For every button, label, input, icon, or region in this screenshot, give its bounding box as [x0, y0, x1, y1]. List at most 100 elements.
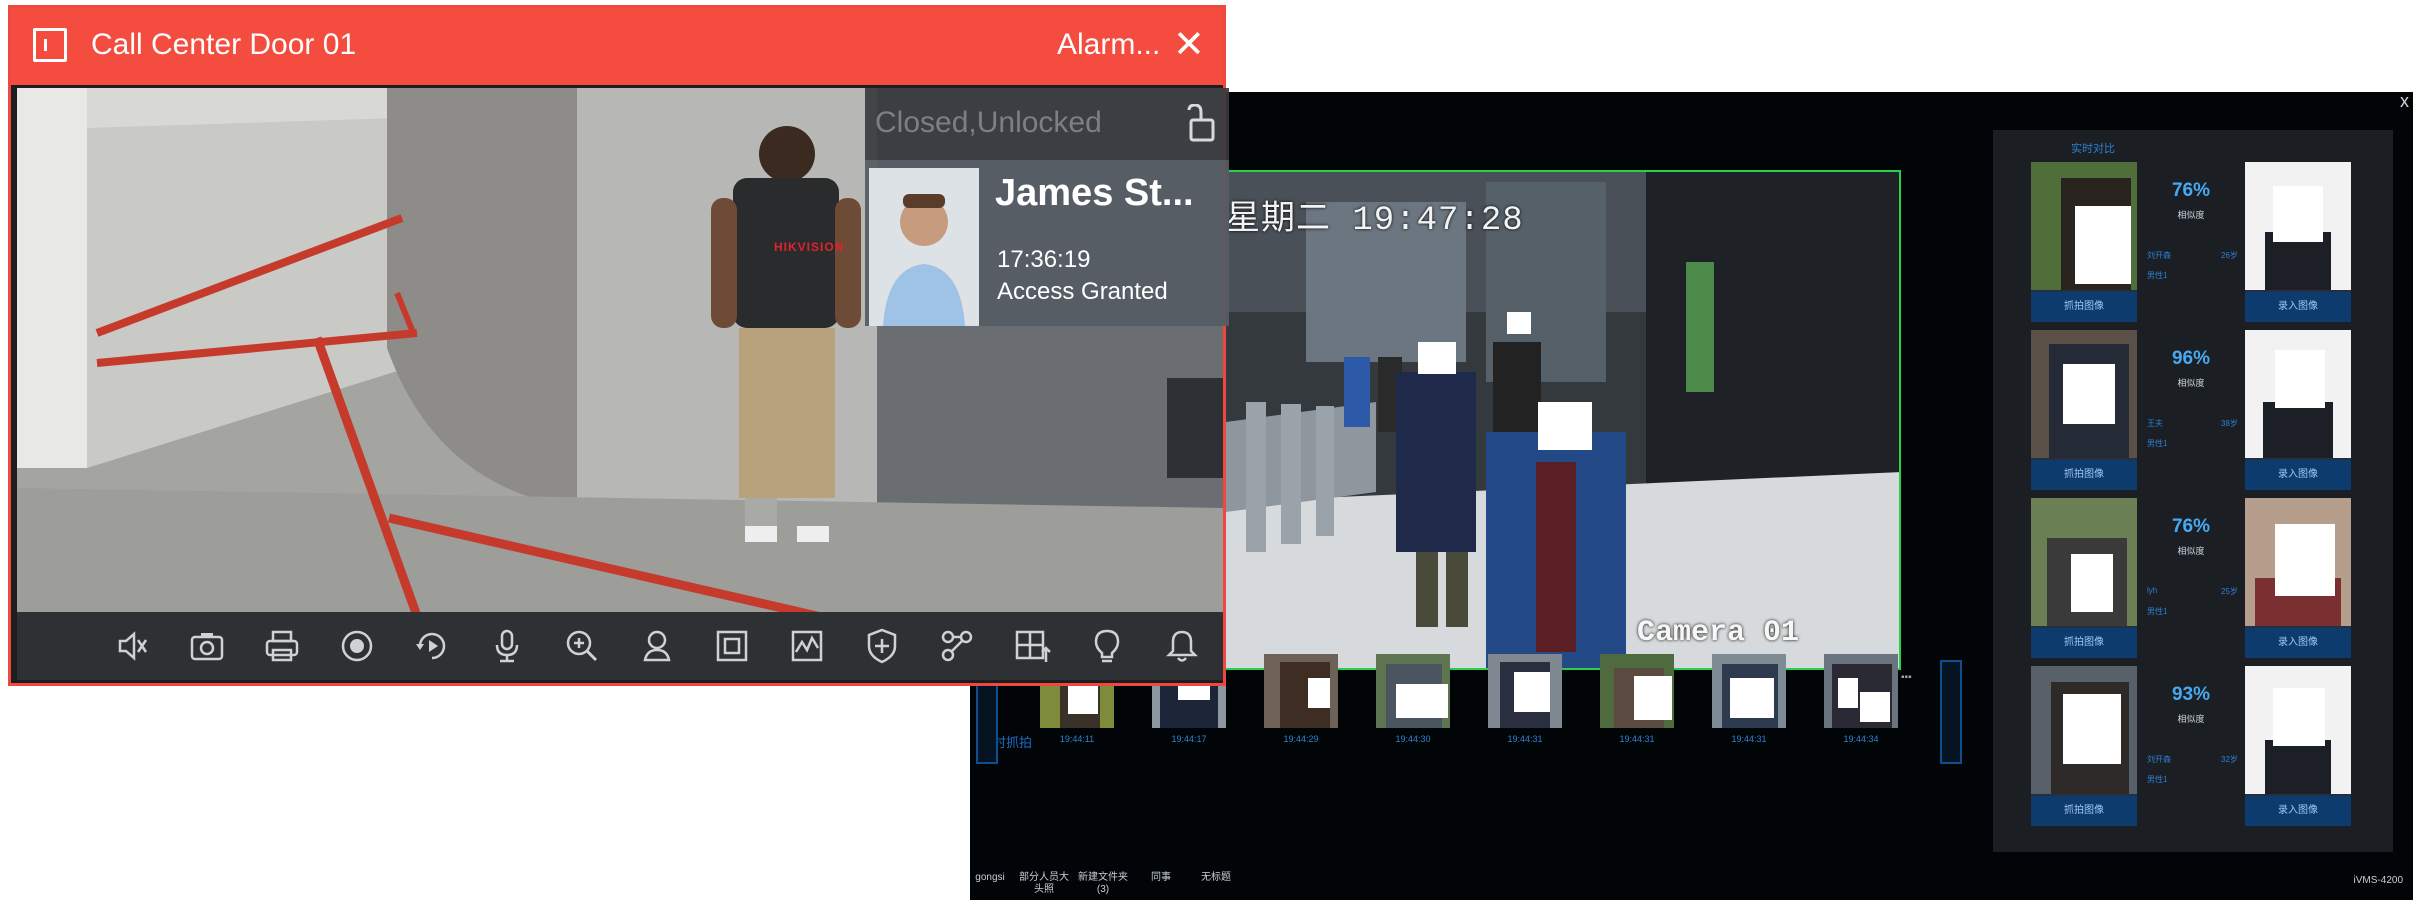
match-age: 38岁: [2221, 419, 2238, 428]
match-gender: 男性1: [2147, 775, 2168, 784]
capture-thumbnail[interactable]: 19:44:34: [1824, 654, 1898, 752]
unlock-icon: [1187, 104, 1215, 142]
match-age: 32岁: [2221, 755, 2238, 764]
similarity-label: 相似度: [2177, 546, 2205, 556]
alarm-menu-button[interactable]: Alarm...: [1057, 28, 1160, 62]
video-toolbar: [17, 612, 1223, 680]
shield-icon[interactable]: [862, 626, 902, 666]
capture-thumbnail[interactable]: 19:44:31: [1712, 654, 1786, 752]
lobby-scene: [1226, 172, 1899, 668]
compare-panel-title: 实时对比: [2071, 143, 2115, 155]
capture-time: 19:44:30: [1395, 734, 1431, 744]
folder-item[interactable]: 新建文件夹 (3): [1078, 872, 1128, 896]
similarity-percent: 96%: [2171, 348, 2211, 369]
ivms-close-button[interactable]: x: [2400, 92, 2409, 110]
record-icon[interactable]: [337, 626, 377, 666]
bell-icon[interactable]: [1162, 626, 1202, 666]
enrolled-card[interactable]: 录入图像: [2245, 162, 2351, 322]
door-status-text: Closed,Unlocked: [875, 106, 1102, 139]
capture-thumbnail[interactable]: 19:44:29: [1264, 654, 1338, 752]
layout-icon[interactable]: [1012, 626, 1052, 666]
enrolled-image-button[interactable]: 录入图像: [2245, 796, 2351, 826]
snapshot-card[interactable]: 抓拍图像: [2031, 666, 2137, 826]
playback-icon[interactable]: [412, 626, 452, 666]
enrolled-card[interactable]: 录入图像: [2245, 330, 2351, 490]
similarity-label: 相似度: [2177, 378, 2205, 388]
zoom-in-icon[interactable]: [562, 626, 602, 666]
compare-row: 抓拍图像 93% 相似度 刘开森 32岁 男性1 录入图像: [2031, 666, 2351, 826]
folder-item[interactable]: 无标题: [1198, 872, 1234, 884]
match-age: 25岁: [2221, 587, 2238, 596]
snapshot-image-button[interactable]: 抓拍图像: [2031, 796, 2137, 826]
linkage-icon[interactable]: [937, 626, 977, 666]
face-compare-panel: 实时对比 抓拍图像 76% 相似度 刘开森 26岁 男性1 录入图像 抓拍图像 …: [1993, 130, 2393, 852]
video-menu-icon[interactable]: ▪▪▪: [1901, 672, 1915, 683]
compare-row: 抓拍图像 96% 相似度 王夫 38岁 男性1 录入图像: [2031, 330, 2351, 490]
match-gender: 男性1: [2147, 607, 2168, 616]
door-status-bar: Closed,Unlocked: [865, 88, 1229, 160]
snapshot-card[interactable]: 抓拍图像: [2031, 162, 2137, 322]
snapshot-image-button[interactable]: 抓拍图像: [2031, 460, 2137, 490]
print-icon[interactable]: [262, 626, 302, 666]
graph-icon[interactable]: [787, 626, 827, 666]
capture-time: 19:44:29: [1283, 734, 1319, 744]
camera-name-overlay: Camera 01: [1636, 616, 1799, 650]
similarity-percent: 76%: [2171, 180, 2211, 201]
folder-item[interactable]: 部分人员大头照: [1016, 872, 1072, 896]
snapshot-image-button[interactable]: 抓拍图像: [2031, 292, 2137, 322]
alarm-popup-window: Call Center Door 01 Alarm... ✕ HIKVISION…: [8, 5, 1229, 686]
snapshot-card[interactable]: 抓拍图像: [2031, 498, 2137, 658]
enrolled-image-button[interactable]: 录入图像: [2245, 628, 2351, 658]
capture-time: 19:44:34: [1843, 734, 1879, 744]
popup-title: Call Center Door 01: [91, 28, 357, 61]
access-event-toast[interactable]: Closed,Unlocked James St... 17:36:19 Acc…: [865, 88, 1229, 326]
light-icon[interactable]: [1087, 626, 1127, 666]
enrolled-image-button[interactable]: 录入图像: [2245, 460, 2351, 490]
access-result: Access Granted: [997, 278, 1168, 305]
snapshot-image-button[interactable]: 抓拍图像: [2031, 628, 2137, 658]
capture-time: 19:44:31: [1731, 734, 1767, 744]
snapshot-card[interactable]: 抓拍图像: [2031, 330, 2137, 490]
access-event-card: James St... 17:36:19 Access Granted: [865, 160, 1229, 326]
match-name: lyh: [2147, 586, 2158, 595]
door-icon: [33, 28, 67, 62]
folder-item[interactable]: gongsi: [972, 872, 1008, 884]
person-portrait: [869, 168, 979, 326]
person-name: James St...: [995, 172, 1194, 214]
enrolled-image-button[interactable]: 录入图像: [2245, 292, 2351, 322]
face-icon[interactable]: [637, 626, 677, 666]
match-age: 26岁: [2221, 251, 2238, 260]
event-time: 17:36:19: [997, 246, 1091, 273]
match-name: 刘开森: [2147, 251, 2171, 260]
folder-item[interactable]: 同事: [1146, 872, 1176, 884]
similarity-label: 相似度: [2177, 714, 2205, 724]
match-gender: 男性1: [2147, 439, 2168, 448]
mute-icon[interactable]: [112, 626, 152, 666]
match-name: 刘开森: [2147, 755, 2171, 764]
capture-time: 19:44:11: [1059, 734, 1095, 744]
alarm-popup-header: Call Center Door 01 Alarm... ✕: [11, 8, 1223, 85]
capture-time: 19:44:31: [1507, 734, 1543, 744]
microphone-icon[interactable]: [487, 626, 527, 666]
match-gender: 男性1: [2147, 271, 2168, 280]
enrolled-card[interactable]: 录入图像: [2245, 666, 2351, 826]
close-icon[interactable]: ✕: [1173, 22, 1205, 67]
person-photo: [869, 168, 979, 326]
capture-thumbnail[interactable]: 19:44:31: [1600, 654, 1674, 752]
strip-next-button[interactable]: [1940, 660, 1962, 764]
jersey-logo-text: HIKVISION: [774, 240, 845, 254]
video-osd-timestamp: 星期二 19:47:28: [1226, 202, 1524, 240]
capture-time: 19:44:31: [1619, 734, 1655, 744]
capture-time: 19:44:17: [1171, 734, 1207, 744]
capture-thumbnail[interactable]: 19:44:31: [1488, 654, 1562, 752]
compare-row: 抓拍图像 76% 相似度 lyh 25岁 男性1 录入图像: [2031, 498, 2351, 658]
fullscreen-icon[interactable]: [712, 626, 752, 666]
capture-thumbnail[interactable]: 19:44:30: [1376, 654, 1450, 752]
snapshot-icon[interactable]: [187, 626, 227, 666]
similarity-percent: 76%: [2171, 516, 2211, 537]
similarity-percent: 93%: [2171, 684, 2211, 705]
ivms-live-view[interactable]: 星期二 19:47:28 Camera 01: [1226, 170, 1901, 670]
enrolled-card[interactable]: 录入图像: [2245, 498, 2351, 658]
similarity-label: 相似度: [2177, 210, 2205, 220]
compare-row: 抓拍图像 76% 相似度 刘开森 26岁 男性1 录入图像: [2031, 162, 2351, 322]
